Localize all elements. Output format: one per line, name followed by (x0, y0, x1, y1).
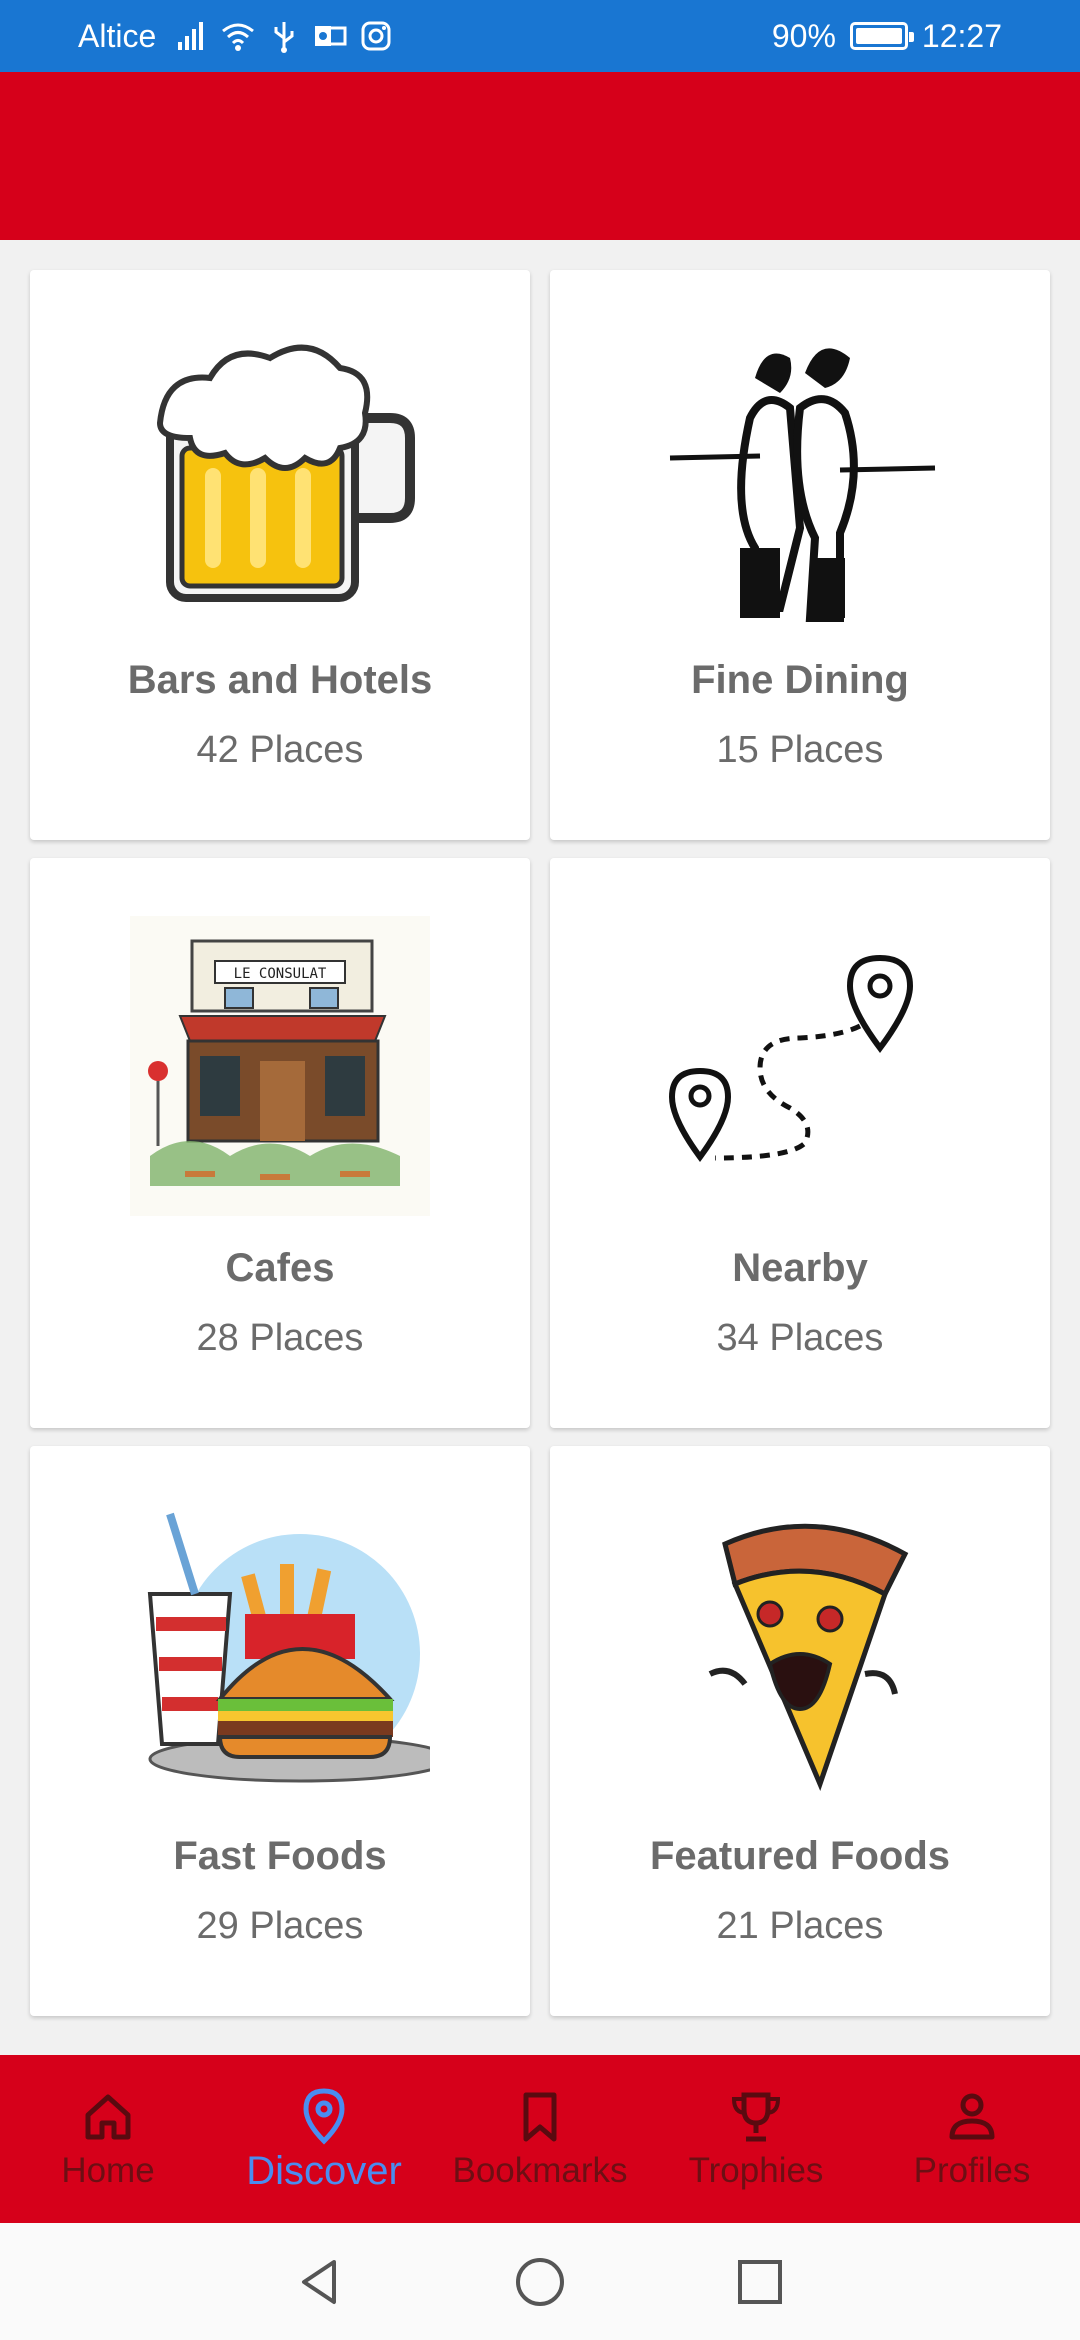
cafe-building-icon: LE CONSULAT (130, 916, 430, 1216)
battery-percent: 90% (771, 17, 836, 54)
category-title: Cafes (225, 1246, 335, 1290)
usb-icon (274, 22, 294, 53)
waiters-icon (650, 328, 950, 628)
category-count: 34 Places (716, 1317, 884, 1359)
clock: 12:27 (921, 17, 1002, 54)
bottom-nav: Home Discover Bookmarks Trophies Profile… (0, 2055, 1080, 2223)
nav-bookmarks-label: Bookmarks (452, 2151, 628, 2190)
nav-home-label: Home (61, 2151, 155, 2190)
home-circle-icon[interactable] (510, 2252, 570, 2312)
category-grid: Bars and Hotels 42 Places Fine Dining 15… (30, 270, 1050, 2016)
status-bar: Altice 90% 12:27 (0, 0, 1080, 72)
nav-discover[interactable]: Discover (216, 2055, 432, 2223)
app-bar (0, 72, 1080, 240)
category-count: 29 Places (196, 1905, 364, 1947)
category-title: Fast Foods (173, 1834, 387, 1878)
map-route-icon (650, 916, 950, 1216)
category-title: Nearby (732, 1246, 868, 1290)
home-icon (85, 2094, 131, 2140)
trophy-icon (731, 2092, 781, 2142)
category-title: Featured Foods (649, 1834, 951, 1878)
nav-discover-label: Discover (246, 2148, 402, 2193)
back-icon[interactable] (290, 2252, 350, 2312)
nav-trophies[interactable]: Trophies (648, 2055, 864, 2223)
beer-mug-icon (130, 328, 430, 628)
category-card-bars-hotels[interactable]: Bars and Hotels 42 Places (30, 270, 530, 840)
category-card-featured-foods[interactable]: Featured Foods 21 Places (550, 1446, 1050, 2016)
nav-profiles-label: Profiles (913, 2151, 1031, 2190)
battery-icon (849, 22, 914, 50)
person-icon (949, 2093, 995, 2140)
nav-trophies-label: Trophies (688, 2151, 824, 2190)
category-title: Bars and Hotels (127, 658, 433, 702)
signal-icon (178, 22, 204, 50)
category-count: 42 Places (196, 729, 364, 771)
nav-bookmarks[interactable]: Bookmarks (432, 2055, 648, 2223)
category-title: Fine Dining (691, 658, 909, 702)
bookmark-icon (523, 2092, 557, 2142)
category-card-fine-dining[interactable]: Fine Dining 15 Places (550, 270, 1050, 840)
category-card-nearby[interactable]: Nearby 34 Places (550, 858, 1050, 1428)
cafe-sign-text: LE CONSULAT (234, 966, 327, 982)
instagram-icon (361, 21, 391, 51)
category-count: 21 Places (716, 1905, 884, 1947)
category-card-cafes[interactable]: LE CONSULAT Cafes 28 Places (30, 858, 530, 1428)
nav-home[interactable]: Home (0, 2055, 216, 2223)
category-card-fast-foods[interactable]: Fast Foods 29 Places (30, 1446, 530, 2016)
pizza-monster-icon (650, 1504, 950, 1804)
nav-profiles[interactable]: Profiles (864, 2055, 1080, 2223)
carrier-label: Altice (78, 17, 157, 54)
wifi-icon (222, 23, 255, 51)
location-pin-icon (303, 2087, 345, 2145)
system-nav-bar (0, 2223, 1080, 2340)
recents-icon[interactable] (730, 2252, 790, 2312)
outlook-icon (315, 26, 347, 46)
category-count: 15 Places (716, 729, 884, 771)
category-count: 28 Places (196, 1317, 364, 1359)
burger-fries-icon (130, 1504, 430, 1804)
